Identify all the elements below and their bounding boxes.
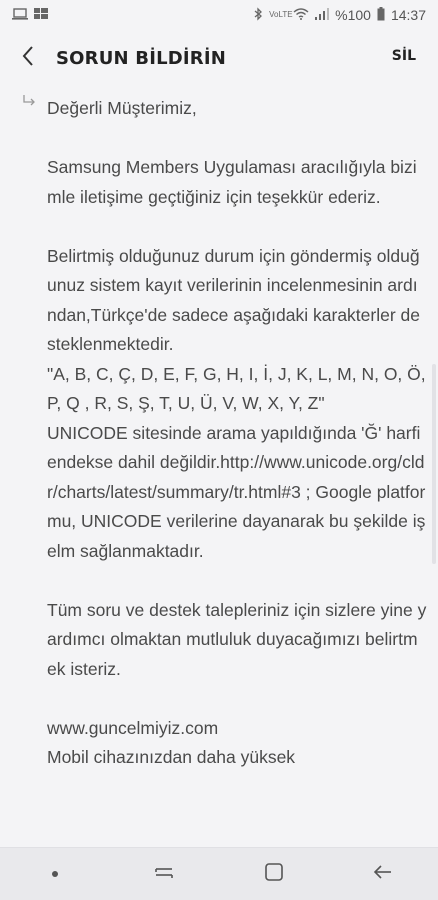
recent-apps-button[interactable] — [134, 848, 194, 900]
navigation-bar — [0, 847, 438, 900]
delete-button[interactable]: SİL — [392, 48, 416, 64]
dot-icon — [51, 871, 58, 877]
back-arrow-icon — [21, 43, 35, 74]
battery-percent: %100 — [335, 7, 371, 23]
message-body: Değerli Müşterimiz, Samsung Members Uygu… — [47, 98, 427, 767]
clock: 14:37 — [390, 7, 426, 23]
recent-apps-icon — [154, 864, 174, 885]
nav-back-button[interactable] — [353, 848, 413, 900]
status-bar: VoLTE %100 14:37 — [0, 0, 438, 30]
app-bar: SORUN BİLDİRİN SİL — [0, 30, 438, 86]
bluetooth-icon — [254, 6, 263, 24]
nav-dot-button[interactable] — [25, 848, 85, 900]
home-icon — [264, 862, 284, 887]
reply-arrow-icon — [22, 94, 36, 113]
scrollbar[interactable] — [432, 364, 436, 564]
page-title: SORUN BİLDİRİN — [56, 47, 227, 69]
signal-icon — [315, 7, 330, 23]
wifi-icon — [293, 7, 309, 23]
battery-icon — [377, 6, 385, 24]
status-left — [12, 7, 48, 23]
message-content[interactable]: Değerli Müşterimiz, Samsung Members Uygu… — [0, 90, 438, 848]
volte-icon: VoLTE — [269, 10, 293, 19]
windows-icon — [34, 7, 48, 23]
back-icon — [373, 864, 393, 885]
status-right: VoLTE %100 14:37 — [254, 6, 426, 24]
home-button[interactable] — [244, 848, 304, 900]
back-button[interactable] — [0, 30, 56, 86]
laptop-icon — [12, 7, 28, 23]
